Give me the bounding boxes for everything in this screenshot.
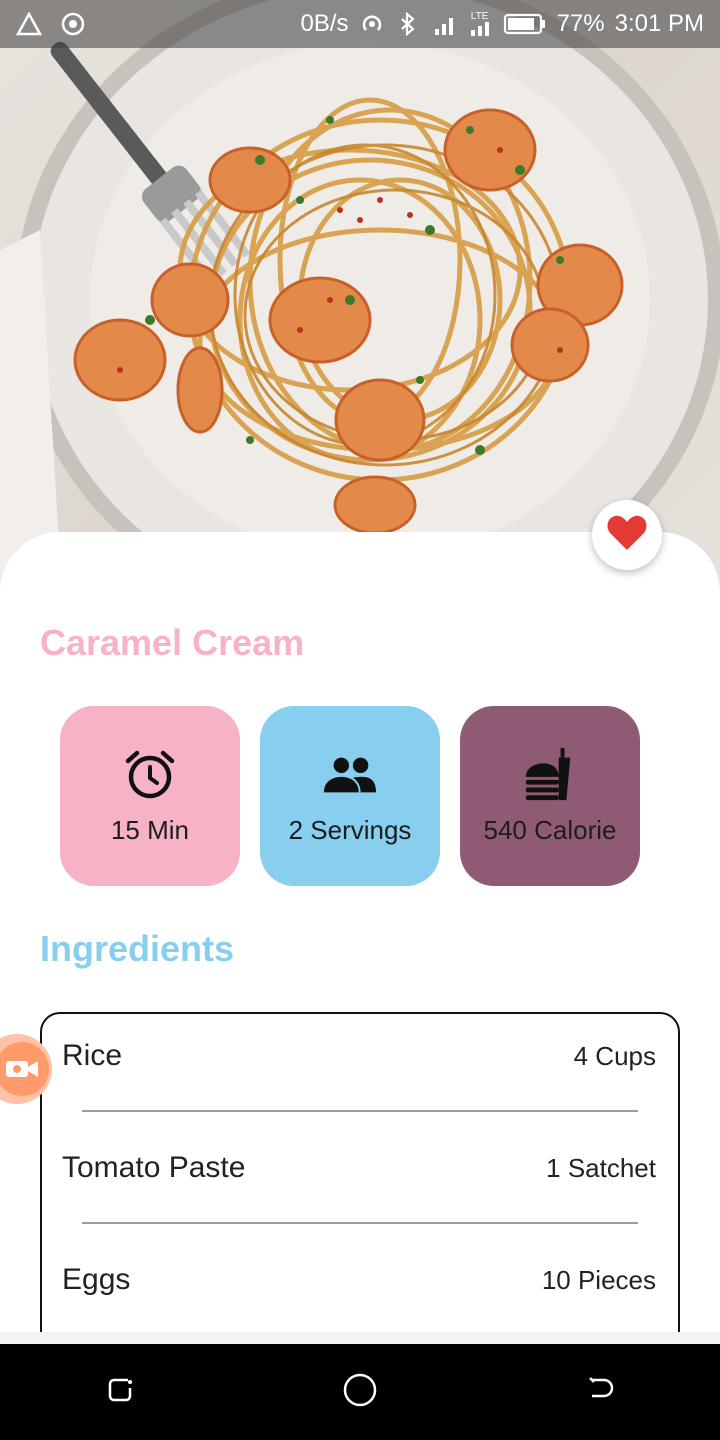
ingredient-row-tomato-paste: Tomato Paste 1 Satchet: [62, 1140, 656, 1196]
recipe-detail-screen: 0B/s LTE 77% 3:01 PM Caramel Cream 15 Mi…: [0, 0, 720, 1440]
prep-time-tile: 15 Min: [60, 706, 240, 886]
fastfood-icon: [522, 747, 578, 803]
battery-percent: 77%: [556, 10, 605, 37]
recent-apps-icon: [104, 1374, 136, 1410]
recent-apps-button[interactable]: [90, 1362, 150, 1422]
signal-icon: [431, 11, 457, 37]
warning-triangle-icon: [16, 11, 42, 37]
ingredient-divider: [82, 1110, 638, 1112]
lte-signal-icon: LTE: [467, 11, 493, 37]
network-speed: 0B/s: [300, 10, 349, 37]
ingredient-qty: 1 Satchet: [546, 1152, 656, 1183]
status-bar: 0B/s LTE 77% 3:01 PM: [0, 0, 720, 48]
clock: 3:01 PM: [614, 10, 704, 37]
ingredient-qty: 4 Cups: [573, 1040, 656, 1071]
calories-label: 540 Calorie: [483, 814, 617, 845]
ingredient-name: Eggs: [62, 1263, 131, 1296]
home-button[interactable]: [330, 1362, 390, 1422]
battery-icon: [503, 11, 547, 37]
target-icon: [60, 11, 86, 37]
calories-tile: 540 Calorie: [460, 706, 640, 886]
video-camera-icon: [0, 1042, 49, 1096]
people-icon: [322, 747, 378, 803]
ingredient-qty: 10 Pieces: [541, 1264, 656, 1295]
recipe-title: Caramel Cream: [40, 622, 305, 663]
back-icon: [584, 1374, 616, 1410]
alarm-clock-icon: [122, 747, 178, 803]
back-button[interactable]: [570, 1362, 630, 1422]
ingredient-name: Tomato Paste: [62, 1151, 246, 1184]
ingredients-heading: Ingredients: [40, 928, 235, 969]
system-nav-bar: [0, 1344, 720, 1440]
hotspot-icon: [359, 11, 385, 37]
ingredients-list: Rice 4 Cups Tomato Paste 1 Satchet Eggs …: [40, 1012, 680, 1372]
servings-label: 2 Servings: [288, 814, 412, 845]
ingredient-row-rice: Rice 4 Cups: [62, 1028, 656, 1084]
prep-time-label: 15 Min: [110, 814, 190, 845]
ingredient-row-eggs: Eggs 10 Pieces: [62, 1252, 656, 1308]
ingredient-name: Rice: [62, 1039, 123, 1072]
ingredient-divider: [82, 1222, 638, 1224]
heart-icon: [606, 514, 648, 556]
favorite-button[interactable]: [592, 500, 662, 570]
home-icon: [342, 1372, 378, 1412]
network-type-label: LTE: [470, 11, 489, 22]
servings-tile: 2 Servings: [260, 706, 440, 886]
bottom-edge: [0, 1332, 720, 1344]
bluetooth-icon: [395, 11, 421, 37]
